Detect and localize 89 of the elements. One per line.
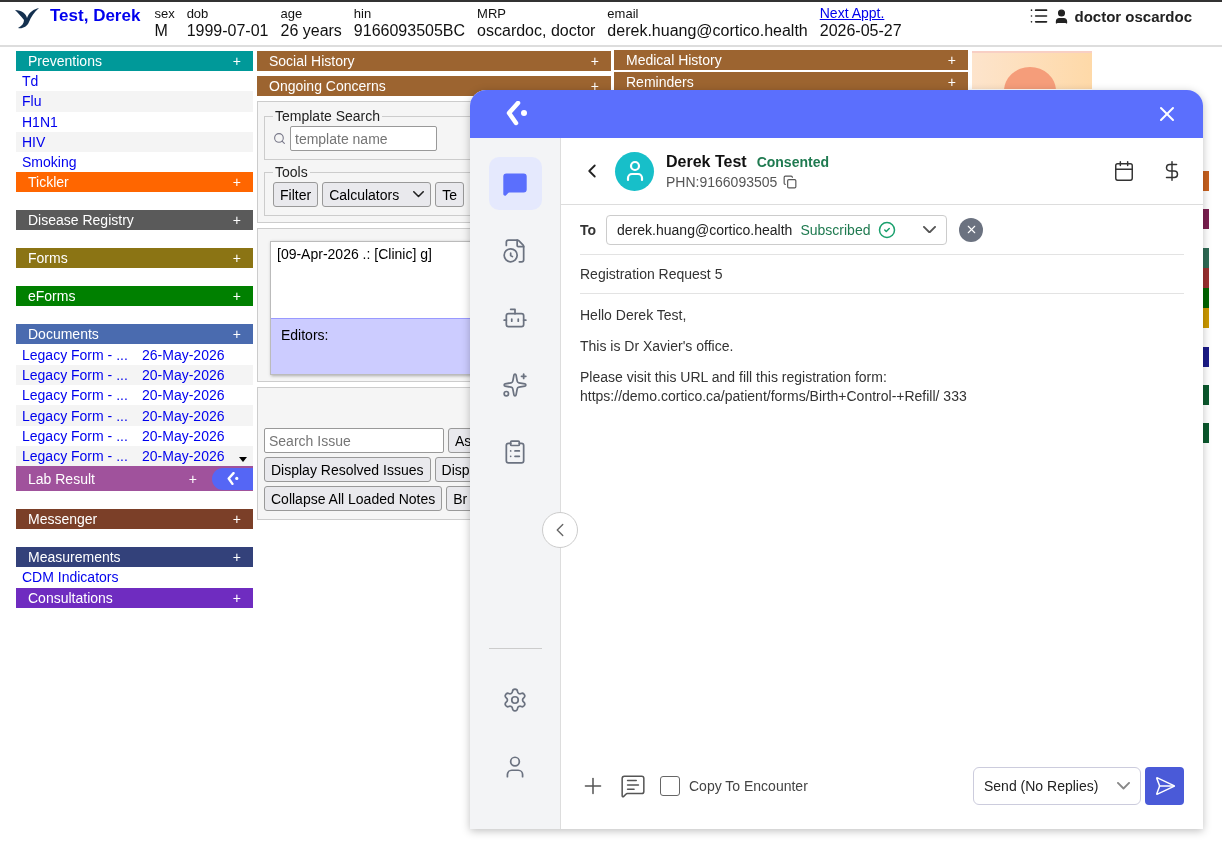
item-link[interactable]: CDM Indicators (22, 569, 142, 586)
tool-button[interactable]: Te (435, 182, 464, 207)
message-paragraph: Hello Derek Test, (580, 306, 688, 325)
logo-icon (504, 101, 530, 127)
field-label: dob (186, 6, 210, 21)
check-circle-icon (878, 220, 897, 239)
send-mode-select[interactable]: Send (No Replies) (973, 767, 1141, 805)
section-header[interactable]: Lab Result + (16, 466, 253, 492)
chevron-down-icon (923, 225, 937, 234)
section-header[interactable]: Reminders + (614, 72, 968, 92)
item-link[interactable]: Td (22, 73, 142, 90)
field-value: 9166093505BC (353, 21, 466, 41)
date-link[interactable]: 20-May-2026 (142, 407, 225, 424)
section-header[interactable]: Documents + (16, 324, 253, 345)
to-label: To (580, 221, 597, 238)
chevron-down-icon (413, 191, 425, 198)
field-label: age (280, 6, 304, 21)
send-icon (1153, 775, 1176, 797)
date-link[interactable]: 26-May-2026 (142, 346, 225, 363)
field-value: derek.huang@cortico.health (607, 21, 808, 41)
settings-icon (502, 686, 528, 713)
field-value: M (154, 21, 169, 41)
field-label: email (607, 6, 640, 21)
issue-button[interactable]: Collapse All Loaded Notes (264, 486, 443, 511)
fieldset-legend: Template Search (273, 108, 383, 124)
search-icon (273, 132, 286, 145)
send-button[interactable] (1145, 767, 1184, 805)
bird-logo-icon (14, 6, 40, 30)
field-value: 2026-05-27 (819, 21, 902, 41)
user-name: doctor oscardoc (1074, 7, 1192, 25)
field-value: oscardoc, doctor (477, 21, 596, 41)
logo-icon (225, 472, 240, 487)
item-link[interactable]: Legacy Form - ... (22, 448, 142, 465)
list-icon[interactable] (1029, 6, 1050, 26)
item-link[interactable]: Legacy Form - ... (22, 427, 142, 444)
message-paragraph: Please visit this URL and fill this registration form: https://demo.cortico.ca/patient/forms/Birth+Control-+Refill/ 333 (580, 368, 968, 406)
section-header[interactable]: Measurements + (16, 547, 253, 568)
item-link[interactable]: H1N1 (22, 113, 142, 130)
phn-text: PHN:9166093505 (666, 173, 778, 190)
section-header[interactable]: Forms + (16, 248, 253, 269)
clear-button[interactable] (959, 217, 984, 242)
calculators-select[interactable]: Calculators (322, 182, 432, 207)
next-appointment-link[interactable]: Next Appt. (819, 6, 902, 21)
checkbox[interactable] (660, 776, 680, 796)
caret-icon[interactable] (239, 456, 247, 462)
field-label: sex (154, 6, 175, 21)
item-link[interactable]: Legacy Form - ... (22, 346, 142, 363)
message-paragraph: This is Dr Xavier's office. (580, 337, 735, 356)
section-header[interactable]: Social History + (257, 51, 611, 71)
patient-name: Derek Test (666, 152, 747, 170)
sparkles-icon (502, 371, 528, 398)
message-subject[interactable]: Registration Request 5 (580, 255, 1184, 294)
date-link[interactable]: 20-May-2026 (142, 366, 225, 383)
filter-button[interactable]: Filter (273, 182, 319, 207)
section-header[interactable]: Medical History + (614, 50, 968, 70)
section-header[interactable]: Consultations + (16, 587, 253, 608)
calendar-button[interactable] (1113, 160, 1135, 182)
chevron-down-icon (1117, 782, 1130, 790)
document-clock-icon (502, 237, 528, 264)
cortico-button[interactable] (212, 468, 253, 491)
template-button[interactable] (620, 773, 646, 799)
date-link[interactable]: 20-May-2026 (142, 427, 225, 444)
date-link[interactable]: 20-May-2026 (142, 387, 225, 404)
item-link[interactable]: Legacy Form - ... (22, 366, 142, 383)
item-link[interactable]: Legacy Form - ... (22, 387, 142, 404)
field-value: 26 years (280, 21, 342, 41)
section-header[interactable]: Disease Registry + (16, 210, 253, 231)
consent-status: Consented (756, 153, 829, 170)
checkbox-label: Copy To Encounter (689, 778, 808, 794)
field-value: 1999-07-01 (186, 21, 269, 41)
message-icon (620, 773, 646, 799)
item-link[interactable]: Smoking (22, 154, 142, 171)
template-search-field[interactable]: template name (290, 126, 437, 151)
item-link[interactable]: Legacy Form - ... (22, 407, 142, 424)
copy-icon[interactable] (783, 174, 798, 189)
section-header[interactable]: Messenger + (16, 509, 253, 530)
fieldset-legend: Tools (273, 164, 310, 180)
patient-name-link[interactable]: Test, Derek (50, 6, 141, 26)
calendar-icon (1113, 160, 1135, 182)
chat-icon (502, 170, 528, 197)
field-label: MRP (477, 6, 507, 21)
issue-button[interactable]: Display Resolved Issues (264, 457, 431, 482)
search-issue-field[interactable]: Search Issue (264, 428, 444, 453)
recipient-select[interactable]: derek.huang@cortico.health Subscribed (606, 214, 948, 245)
field-label: hin (353, 6, 373, 21)
date-link[interactable]: 20-May-2026 (142, 448, 225, 465)
clipboard-icon (502, 438, 528, 465)
section-header[interactable]: eForms + (16, 286, 253, 307)
rail-button[interactable] (488, 157, 542, 210)
